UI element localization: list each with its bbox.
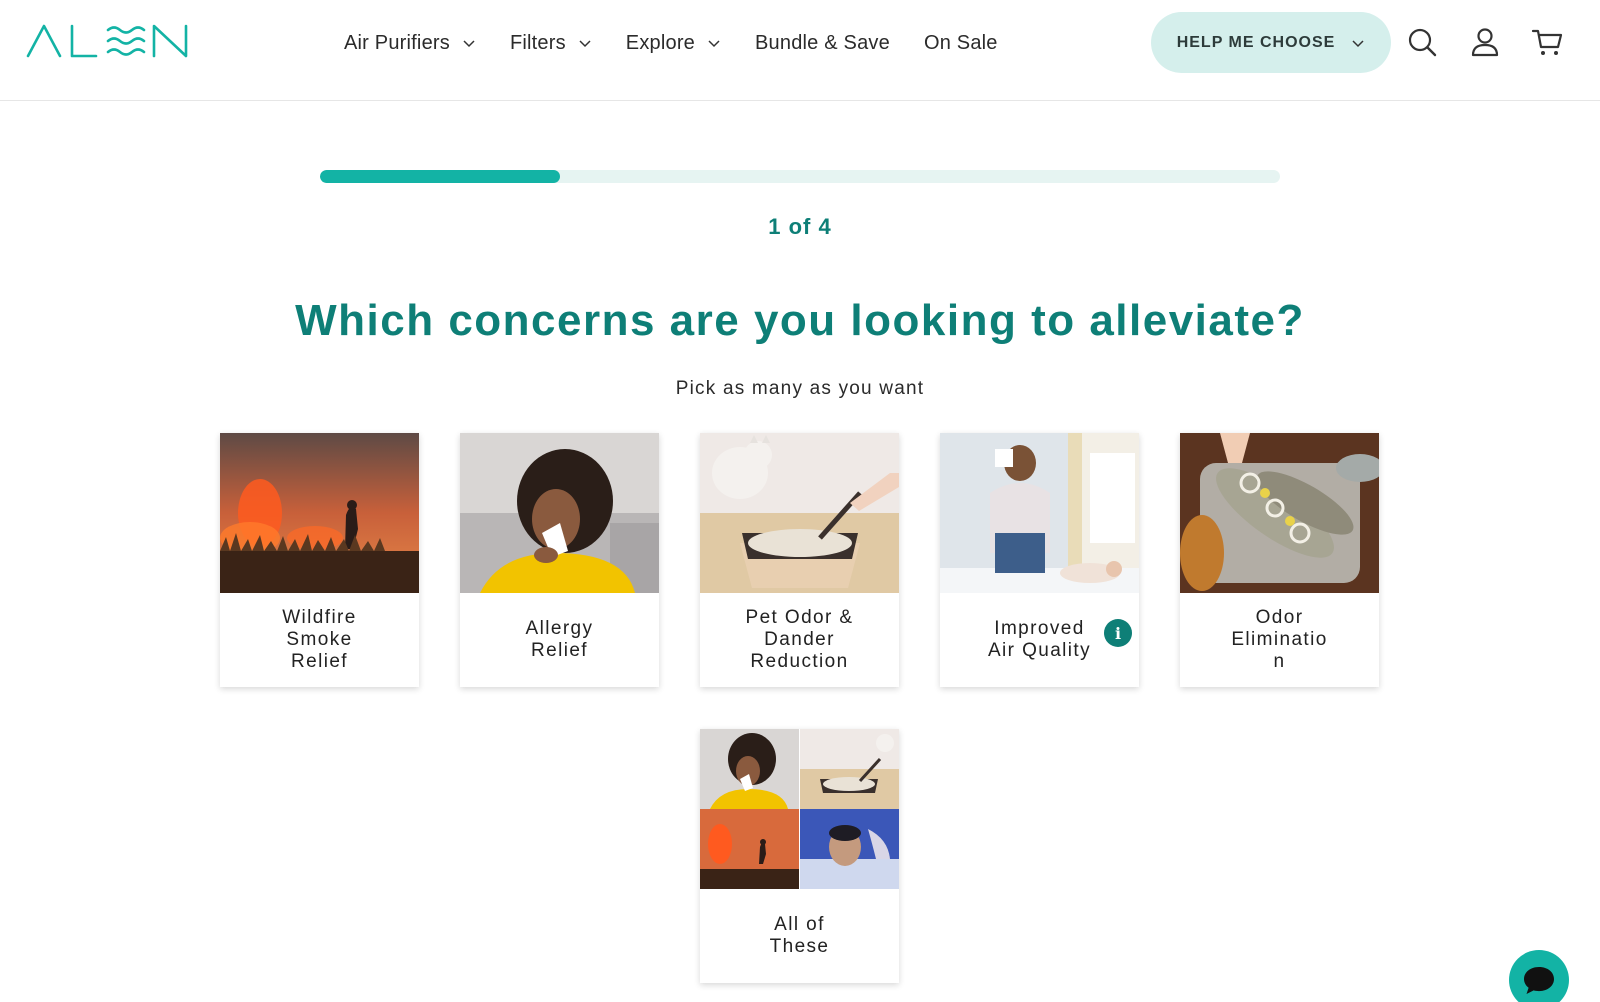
- chevron-down-icon: [579, 40, 591, 48]
- info-icon[interactable]: i: [1104, 619, 1132, 647]
- quiz-question: Which concerns are you looking to allevi…: [295, 296, 1305, 345]
- nav-explore[interactable]: Explore: [626, 32, 721, 55]
- option-label: Pet Odor & Dander Reduction: [745, 607, 854, 672]
- wildfire-firefighter-photo: [220, 433, 419, 593]
- nav-on-sale-label: On Sale: [923, 31, 998, 54]
- nav-explore-label: Explore: [625, 31, 696, 54]
- quiz-progress-bar: [320, 170, 1280, 183]
- cart-icon[interactable]: [1531, 26, 1563, 58]
- main-nav: Air Purifiers Filters Explore Bundle & S…: [344, 28, 1032, 58]
- site-header: Air Purifiers Filters Explore Bundle & S…: [0, 0, 1600, 101]
- option-card-pet-odor-dander[interactable]: Pet Odor & Dander Reduction: [700, 433, 899, 687]
- nav-filters[interactable]: Filters: [510, 32, 592, 55]
- nav-bundle-save-label: Bundle & Save: [755, 31, 890, 54]
- nav-air-purifiers[interactable]: Air Purifiers: [344, 32, 476, 55]
- mother-baby-nursery-photo: [940, 433, 1139, 593]
- chevron-down-icon: [463, 40, 475, 48]
- help-me-choose-label: HELP ME CHOOSE: [1176, 33, 1336, 51]
- option-label: Allergy Relief: [525, 618, 594, 661]
- quiz-progress-fill: [320, 170, 560, 183]
- option-card-all-of-these[interactable]: All of These: [700, 729, 899, 983]
- quiz-subtext: Pick as many as you want: [675, 378, 925, 399]
- option-label: Wildfire Smoke Relief: [282, 607, 357, 672]
- option-card-wildfire-smoke[interactable]: Wildfire Smoke Relief: [220, 433, 419, 687]
- quiz-step-indicator: 1 of 4: [768, 214, 832, 239]
- option-label: All of These: [769, 914, 830, 957]
- nav-filters-label: Filters: [509, 31, 566, 54]
- option-card-odor-elimination[interactable]: Odor Eliminatio n: [1180, 433, 1379, 687]
- cat-litter-box-photo: [700, 433, 899, 593]
- chevron-down-icon: [708, 40, 720, 48]
- help-me-choose-button[interactable]: HELP ME CHOOSE: [1151, 12, 1391, 73]
- nav-bundle-save[interactable]: Bundle & Save: [755, 32, 890, 55]
- nav-on-sale[interactable]: On Sale: [924, 32, 998, 55]
- option-card-improved-air-quality[interactable]: Improved Air Quality i: [940, 433, 1139, 687]
- woman-sneezing-photo: [460, 433, 659, 593]
- option-label: Odor Eliminatio n: [1231, 607, 1328, 672]
- chevron-down-icon: [1352, 39, 1364, 47]
- alen-logo[interactable]: [26, 22, 190, 60]
- collage-photo: [700, 729, 899, 889]
- chat-button[interactable]: [1509, 950, 1569, 1002]
- nav-air-purifiers-label: Air Purifiers: [344, 31, 450, 54]
- option-card-allergy-relief[interactable]: Allergy Relief: [460, 433, 659, 687]
- fish-dish-photo: [1180, 433, 1379, 593]
- chat-bubble-icon: [1524, 967, 1554, 994]
- search-icon[interactable]: [1406, 26, 1438, 58]
- account-icon[interactable]: [1469, 26, 1501, 58]
